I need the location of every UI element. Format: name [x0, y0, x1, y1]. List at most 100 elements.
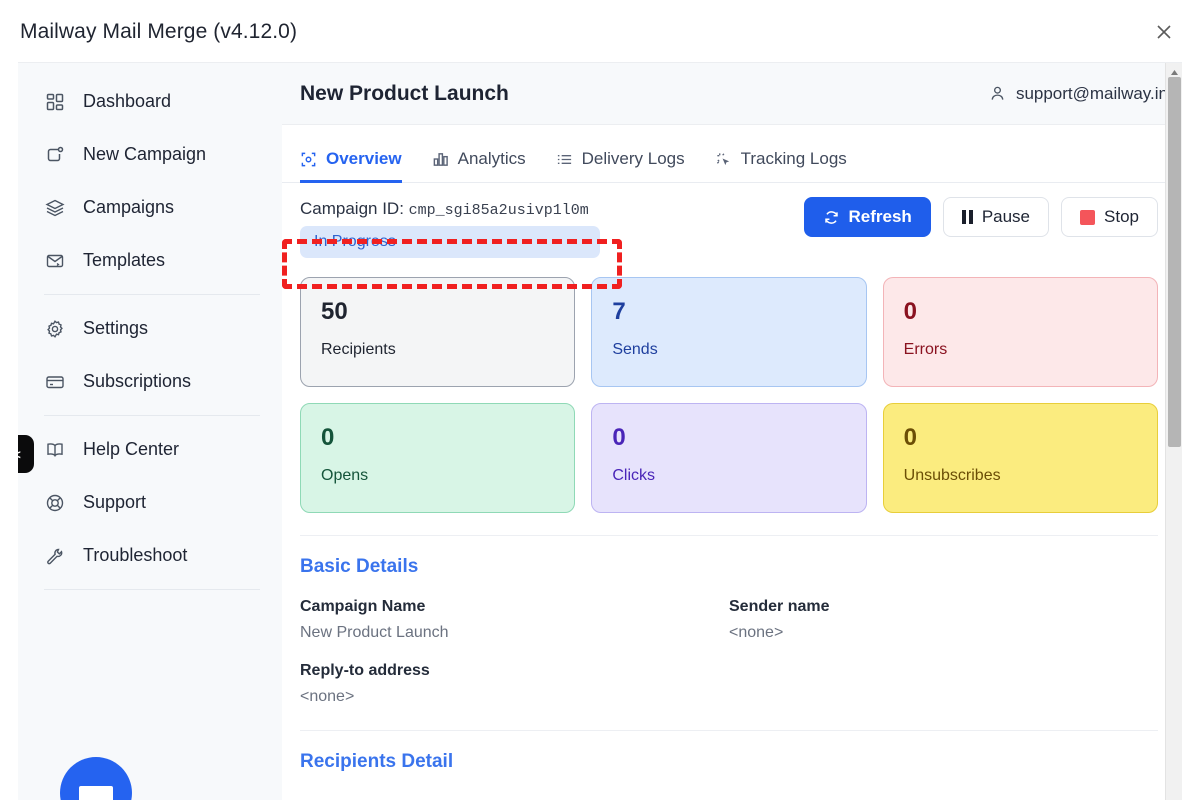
layers-icon	[44, 197, 66, 219]
sidebar-divider	[44, 294, 260, 295]
chevron-left-icon: <	[18, 447, 21, 462]
app-shell: Dashboard New Campaign Campaigns	[18, 62, 1182, 800]
stat-value: 50	[321, 300, 574, 324]
tab-delivery-logs[interactable]: Delivery Logs	[556, 149, 685, 183]
lifebuoy-icon	[44, 492, 66, 514]
tab-bar: Overview Analytics	[282, 125, 1182, 183]
stat-label: Errors	[904, 341, 1157, 359]
stat-value: 0	[321, 426, 574, 450]
tab-tracking-logs[interactable]: Tracking Logs	[715, 149, 847, 183]
campaign-actions: Refresh Pause Stop	[804, 197, 1159, 237]
stat-card-errors: 0 Errors	[883, 277, 1158, 387]
campaign-id-label: Campaign ID:	[300, 199, 404, 218]
list-icon	[556, 151, 573, 168]
campaign-id-block: Campaign ID: cmp_sgi85a2usivp1l0m In Pro…	[300, 197, 600, 258]
stat-label: Clicks	[612, 467, 865, 485]
main-header: New Product Launch support@mailway.in	[282, 63, 1182, 125]
stat-card-sends: 7 Sends	[591, 277, 866, 387]
section-divider	[300, 730, 1158, 731]
sidebar-item-label: Support	[83, 492, 146, 513]
campaign-summary-row: Campaign ID: cmp_sgi85a2usivp1l0m In Pro…	[300, 197, 1158, 258]
field-sender-name: Sender name <none>	[729, 598, 1158, 642]
campaign-id-value: cmp_sgi85a2usivp1l0m	[409, 202, 589, 219]
tab-label: Overview	[326, 149, 402, 169]
sidebar-item-label: Templates	[83, 250, 165, 271]
tab-label: Delivery Logs	[582, 149, 685, 169]
recipients-detail-title: Recipients Detail	[300, 751, 1158, 773]
close-icon[interactable]	[1152, 20, 1176, 44]
mail-code-icon	[44, 250, 66, 272]
stat-label: Opens	[321, 467, 574, 485]
sidebar-item-dashboard[interactable]: Dashboard	[18, 75, 282, 128]
tab-label: Tracking Logs	[741, 149, 847, 169]
scrollbar-thumb[interactable]	[1168, 77, 1181, 447]
sidebar-item-label: Help Center	[83, 439, 179, 460]
sidebar-item-label: Dashboard	[83, 91, 171, 112]
main-panel: New Product Launch support@mailway.in	[282, 63, 1182, 800]
sidebar-item-support[interactable]: Support	[18, 476, 282, 529]
field-campaign-name: Campaign Name New Product Launch	[300, 598, 729, 642]
sidebar-item-templates[interactable]: Templates	[18, 234, 282, 287]
vertical-scrollbar[interactable]	[1165, 63, 1182, 800]
new-campaign-icon	[44, 144, 66, 166]
tab-overview[interactable]: Overview	[300, 149, 402, 183]
stop-button[interactable]: Stop	[1061, 197, 1158, 237]
sidebar: Dashboard New Campaign Campaigns	[18, 63, 282, 800]
app-root: Mailway Mail Merge (v4.12.0) Dashboard	[0, 0, 1200, 800]
sidebar-item-troubleshoot[interactable]: Troubleshoot	[18, 529, 282, 582]
stop-icon	[1080, 210, 1095, 225]
book-icon	[44, 439, 66, 461]
sidebar-divider	[44, 589, 260, 590]
sidebar-item-label: Campaigns	[83, 197, 174, 218]
bar-chart-icon	[432, 151, 449, 168]
sidebar-item-subscriptions[interactable]: Subscriptions	[18, 355, 282, 408]
tab-analytics[interactable]: Analytics	[432, 149, 526, 183]
stat-card-recipients: 50 Recipients	[300, 277, 575, 387]
refresh-icon	[823, 209, 840, 226]
refresh-label: Refresh	[849, 207, 912, 227]
gear-icon	[44, 318, 66, 340]
tab-label: Analytics	[458, 149, 526, 169]
overview-content: Campaign ID: cmp_sgi85a2usivp1l0m In Pro…	[282, 183, 1182, 799]
stat-value: 0	[612, 426, 865, 450]
user-email: support@mailway.in	[1016, 84, 1168, 104]
basic-details-fields: Campaign Name New Product Launch Sender …	[300, 598, 1158, 726]
stat-label: Sends	[612, 341, 865, 359]
chat-bubble-icon[interactable]	[60, 757, 132, 800]
cursor-sparkle-icon	[715, 151, 732, 168]
stat-value: 0	[904, 300, 1157, 324]
dashboard-icon	[44, 91, 66, 113]
campaign-id-line: Campaign ID: cmp_sgi85a2usivp1l0m	[300, 199, 600, 219]
basic-details-title: Basic Details	[300, 556, 1158, 578]
sidebar-collapse-toggle[interactable]: <	[18, 435, 34, 473]
wrench-icon	[44, 545, 66, 567]
sidebar-item-help-center[interactable]: Help Center	[18, 423, 282, 476]
stop-label: Stop	[1104, 207, 1139, 227]
field-label: Reply-to address	[300, 662, 729, 680]
sidebar-divider	[44, 415, 260, 416]
field-value: New Product Launch	[300, 624, 729, 642]
user-account-chip[interactable]: support@mailway.in	[989, 84, 1168, 104]
target-icon	[300, 151, 317, 168]
field-label: Campaign Name	[300, 598, 729, 616]
person-icon	[989, 85, 1006, 102]
sidebar-item-campaigns[interactable]: Campaigns	[18, 181, 282, 234]
stat-value: 0	[904, 426, 1157, 450]
stat-card-unsubscribes: 0 Unsubscribes	[883, 403, 1158, 513]
pause-button[interactable]: Pause	[943, 197, 1049, 237]
stat-label: Recipients	[321, 341, 574, 359]
refresh-button[interactable]: Refresh	[804, 197, 931, 237]
section-divider	[300, 535, 1158, 536]
sidebar-item-new-campaign[interactable]: New Campaign	[18, 128, 282, 181]
page-title: New Product Launch	[300, 82, 509, 106]
window-title: Mailway Mail Merge (v4.12.0)	[20, 20, 297, 44]
stat-label: Unsubscribes	[904, 467, 1157, 485]
chat-envelope-glyph	[79, 786, 113, 800]
stat-card-opens: 0 Opens	[300, 403, 575, 513]
pause-icon	[962, 210, 973, 224]
stat-card-clicks: 0 Clicks	[591, 403, 866, 513]
sidebar-item-label: Troubleshoot	[83, 545, 187, 566]
stat-card-grid: 50 Recipients 7 Sends 0 Errors 0 Opens	[300, 277, 1158, 513]
window-titlebar: Mailway Mail Merge (v4.12.0)	[0, 0, 1200, 60]
sidebar-item-settings[interactable]: Settings	[18, 302, 282, 355]
